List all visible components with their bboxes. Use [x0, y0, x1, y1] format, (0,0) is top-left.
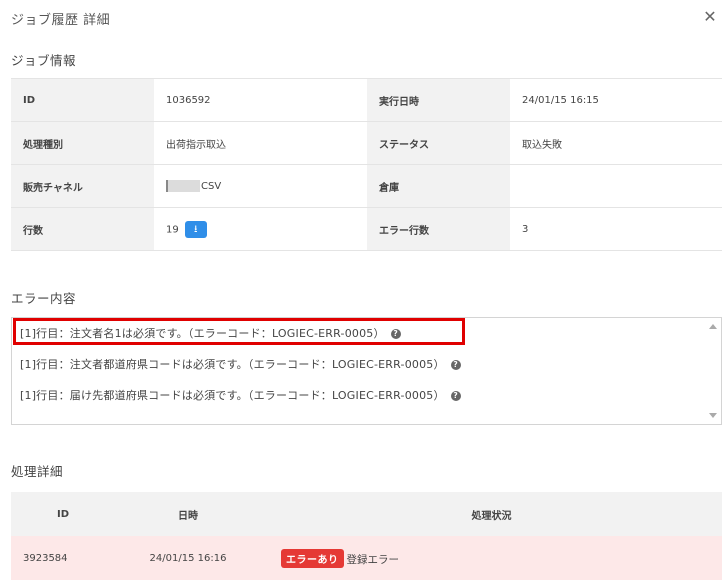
download-button[interactable]: ⭳ [184, 220, 207, 238]
process-detail-section-title: 処理詳細 [11, 464, 64, 479]
info-label: 販売チャネル [11, 164, 154, 208]
info-value [510, 164, 722, 208]
job-info-section-title: ジョブ情報 [11, 53, 77, 68]
table-row[interactable]: 3923584 24/01/15 16:16 エラーあり 登録エラー [11, 536, 722, 580]
col-header-status: 処理状況 [261, 492, 722, 536]
info-label: 処理種別 [11, 121, 154, 165]
info-value: 出荷指示取込 [154, 121, 367, 165]
close-button[interactable]: ✕ [702, 9, 718, 25]
help-icon[interactable]: ? [450, 360, 461, 370]
cell-id: 3923584 [11, 536, 115, 580]
info-value: 3 [510, 207, 722, 251]
info-label: 実行日時 [367, 78, 510, 122]
info-label: ステータス [367, 121, 510, 165]
job-info-table: ID 1036592 実行日時 24/01/15 16:15 処理種別 出荷指示… [11, 78, 722, 251]
info-row-id: ID 1036592 実行日時 24/01/15 16:15 [11, 78, 722, 122]
info-value-lines: 19 ⭳ [154, 207, 367, 251]
masked-text [166, 180, 200, 192]
channel-value: CSV [201, 181, 222, 192]
error-badge: エラーあり [281, 548, 344, 568]
error-line: [1]行目：注文者都道府県コードは必須です。（エラーコード：LOGIEC-ERR… [20, 356, 461, 372]
info-row-channel: 販売チャネル CSV 倉庫 [11, 164, 722, 208]
errors-section-title: エラー内容 [11, 291, 77, 306]
detail-header-row: ID 日時 処理状況 [11, 492, 722, 536]
error-text: [1]行目：注文者名1は必須です。（エラーコード：LOGIEC-ERR-0005… [20, 327, 385, 340]
error-text: [1]行目：届け先都道府県コードは必須です。（エラーコード：LOGIEC-ERR… [20, 389, 445, 402]
error-scrollbar[interactable] [705, 318, 721, 424]
help-icon[interactable]: ? [390, 329, 401, 339]
info-label: エラー行数 [367, 207, 510, 251]
line-count: 19 [166, 224, 179, 235]
info-row-type: 処理種別 出荷指示取込 ステータス 取込失敗 [11, 121, 722, 165]
info-value-channel: CSV [154, 164, 367, 208]
process-detail-table: ID 日時 処理状況 3923584 24/01/15 16:16 エラーあり登… [11, 492, 722, 580]
error-line: [1]行目：届け先都道府県コードは必須です。（エラーコード：LOGIEC-ERR… [20, 387, 461, 403]
col-header-datetime: 日時 [115, 492, 261, 536]
help-icon[interactable]: ? [450, 391, 461, 401]
info-value: 1036592 [154, 78, 367, 122]
error-list-box[interactable]: [1]行目：注文者名1は必須です。（エラーコード：LOGIEC-ERR-0005… [11, 317, 722, 425]
modal-title: ジョブ履歴 詳細 [11, 13, 111, 28]
status-text: 登録エラー [346, 553, 400, 566]
info-value: 24/01/15 16:15 [510, 78, 722, 122]
error-text: [1]行目：注文者都道府県コードは必須です。（エラーコード：LOGIEC-ERR… [20, 358, 445, 371]
cell-status: エラーあり 登録エラー [261, 536, 722, 580]
info-value: 取込失敗 [510, 121, 722, 165]
info-label: ID [11, 78, 154, 122]
scroll-up-arrow-icon[interactable] [709, 324, 717, 329]
info-label: 行数 [11, 207, 154, 251]
scroll-down-arrow-icon[interactable] [709, 413, 717, 418]
info-label: 倉庫 [367, 164, 510, 208]
info-row-lines: 行数 19 ⭳ エラー行数 3 [11, 207, 722, 251]
col-header-id: ID [11, 492, 115, 536]
cell-datetime: 24/01/15 16:16 [115, 536, 261, 580]
download-icon: ⭳ [193, 223, 198, 235]
error-line: [1]行目：注文者名1は必須です。（エラーコード：LOGIEC-ERR-0005… [20, 325, 401, 341]
